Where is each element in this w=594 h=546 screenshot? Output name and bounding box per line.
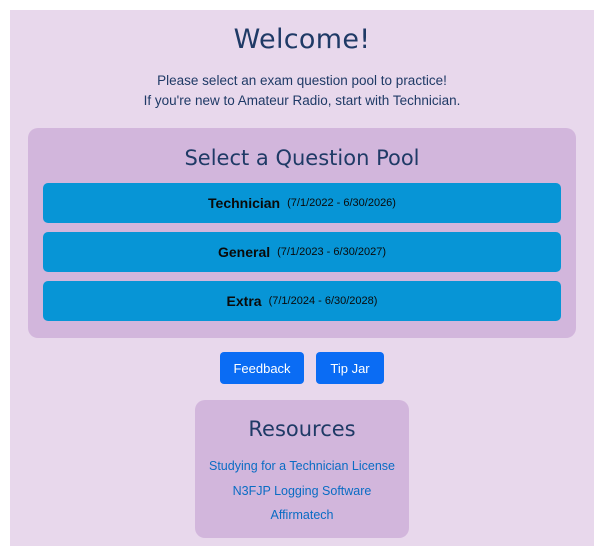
question-pool-panel: Select a Question Pool Technician (7/1/2… <box>28 128 576 338</box>
tip-jar-button[interactable]: Tip Jar <box>316 352 384 384</box>
technician-pool-button[interactable]: Technician (7/1/2022 - 6/30/2026) <box>43 183 561 223</box>
extra-pool-button[interactable]: Extra (7/1/2024 - 6/30/2028) <box>43 281 561 321</box>
feedback-button[interactable]: Feedback <box>220 352 304 384</box>
question-pool-heading: Select a Question Pool <box>184 146 420 170</box>
pool-name: Extra <box>226 293 262 309</box>
page-background: Welcome! Please select an exam question … <box>10 10 594 546</box>
intro-line-1: Please select an exam question pool to p… <box>157 73 447 88</box>
intro-line-2: If you're new to Amateur Radio, start wi… <box>143 93 461 108</box>
resources-panel: Resources Studying for a Technician Lice… <box>195 400 409 538</box>
pool-dates: (7/1/2024 - 6/30/2028) <box>268 295 378 307</box>
technician-license-link[interactable]: Studying for a Technician License <box>195 459 409 473</box>
pool-name: General <box>218 244 271 260</box>
pool-dates: (7/1/2023 - 6/30/2027) <box>277 246 386 258</box>
resources-heading: Resources <box>248 417 356 441</box>
affirmatech-link[interactable]: Affirmatech <box>195 508 409 522</box>
n3fjp-logging-link[interactable]: N3FJP Logging Software <box>195 484 409 498</box>
intro-text: Please select an exam question pool to p… <box>10 71 594 111</box>
pool-dates: (7/1/2022 - 6/30/2026) <box>287 197 396 209</box>
page-title: Welcome! <box>233 24 371 55</box>
general-pool-button[interactable]: General (7/1/2023 - 6/30/2027) <box>43 232 561 272</box>
pool-name: Technician <box>208 195 281 211</box>
